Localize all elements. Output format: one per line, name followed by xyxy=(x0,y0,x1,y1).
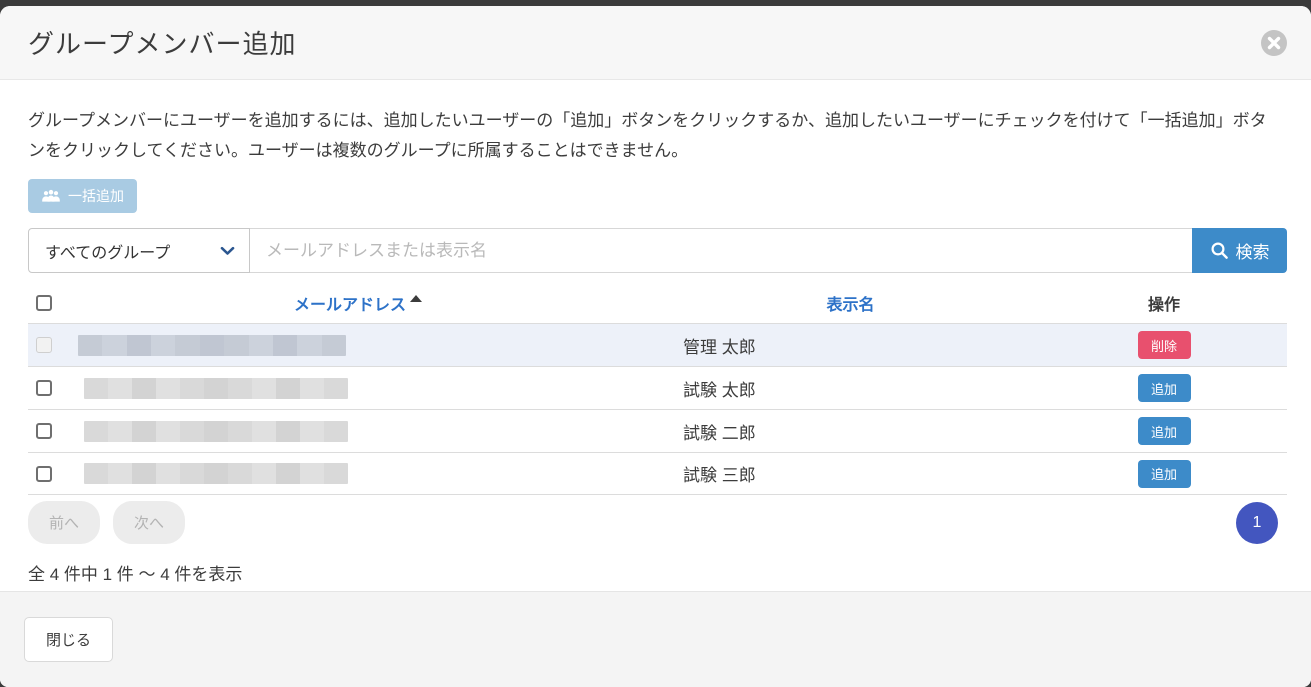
redacted-email xyxy=(78,335,346,356)
delete-button[interactable]: 削除 xyxy=(1138,331,1191,359)
select-all-checkbox[interactable] xyxy=(36,295,52,311)
table-row: 試験 太郎 追加 xyxy=(28,366,1287,409)
display-name: 管理 太郎 xyxy=(660,338,756,357)
sort-header-email[interactable]: メールアドレス xyxy=(294,297,406,314)
close-button[interactable] xyxy=(1261,30,1287,56)
search-button-label: 検索 xyxy=(1236,238,1270,263)
add-button[interactable]: 追加 xyxy=(1138,460,1191,488)
next-page-button[interactable]: 次へ xyxy=(113,501,185,544)
modal-body: グループメンバーにユーザーを追加するには、追加したいユーザーの「追加」ボタンをク… xyxy=(0,80,1311,591)
table-row: 試験 二郎 追加 xyxy=(28,409,1287,452)
filter-row: すべてのグループ 検索 xyxy=(28,228,1287,273)
redacted-email xyxy=(84,378,348,399)
table-header-row: メールアドレス 表示名 操作 xyxy=(28,282,1287,323)
close-footer-button[interactable]: 閉じる xyxy=(24,617,113,662)
sort-header-display-name[interactable]: 表示名 xyxy=(826,297,874,314)
add-group-member-modal: グループメンバー追加 グループメンバーにユーザーを追加するには、追加したいユーザ… xyxy=(0,6,1311,687)
sort-asc-icon xyxy=(410,295,422,302)
table-body: 管理 太郎削除試験 太郎追加試験 二郎追加試験 三郎追加 xyxy=(28,323,1287,495)
prev-page-button[interactable]: 前へ xyxy=(28,501,100,544)
chevron-down-icon xyxy=(220,246,235,256)
display-name: 試験 二郎 xyxy=(660,424,756,443)
group-filter-value: すべてのグループ xyxy=(45,239,170,263)
user-table: メールアドレス 表示名 操作 管理 太郎削除試験 太郎追加試験 二郎追加試験 三… xyxy=(28,282,1287,495)
display-name: 試験 太郎 xyxy=(660,381,756,400)
table-row: 試験 三郎 追加 xyxy=(28,452,1287,495)
modal-header: グループメンバー追加 xyxy=(0,6,1311,80)
group-filter-select[interactable]: すべてのグループ xyxy=(28,228,250,273)
pagination: 前へ 次へ 1 xyxy=(28,501,1287,544)
redacted-email xyxy=(84,463,348,484)
search-icon xyxy=(1210,241,1229,260)
display-name: 試験 三郎 xyxy=(660,466,756,485)
modal-title: グループメンバー追加 xyxy=(28,24,296,61)
modal-footer: 閉じる xyxy=(0,591,1311,687)
row-checkbox xyxy=(36,337,52,353)
add-button[interactable]: 追加 xyxy=(1138,374,1191,402)
row-checkbox[interactable] xyxy=(36,380,52,396)
close-icon xyxy=(1267,36,1281,50)
bulk-add-button[interactable]: 一括追加 xyxy=(28,179,137,213)
search-button[interactable]: 検索 xyxy=(1192,228,1287,273)
redacted-email xyxy=(84,421,348,442)
result-summary: 全 4 件中 1 件 ～ 4 件を表示 xyxy=(28,560,1283,585)
bulk-add-label: 一括追加 xyxy=(68,186,124,206)
table-row: 管理 太郎 削除 xyxy=(28,323,1287,366)
action-header: 操作 xyxy=(1041,291,1287,315)
page-number-button[interactable]: 1 xyxy=(1236,502,1278,544)
row-checkbox[interactable] xyxy=(36,423,52,439)
search-input[interactable] xyxy=(250,228,1192,273)
users-icon xyxy=(41,189,61,204)
row-checkbox[interactable] xyxy=(36,466,52,482)
modal-description: グループメンバーにユーザーを追加するには、追加したいユーザーの「追加」ボタンをク… xyxy=(28,106,1283,166)
add-button[interactable]: 追加 xyxy=(1138,417,1191,445)
